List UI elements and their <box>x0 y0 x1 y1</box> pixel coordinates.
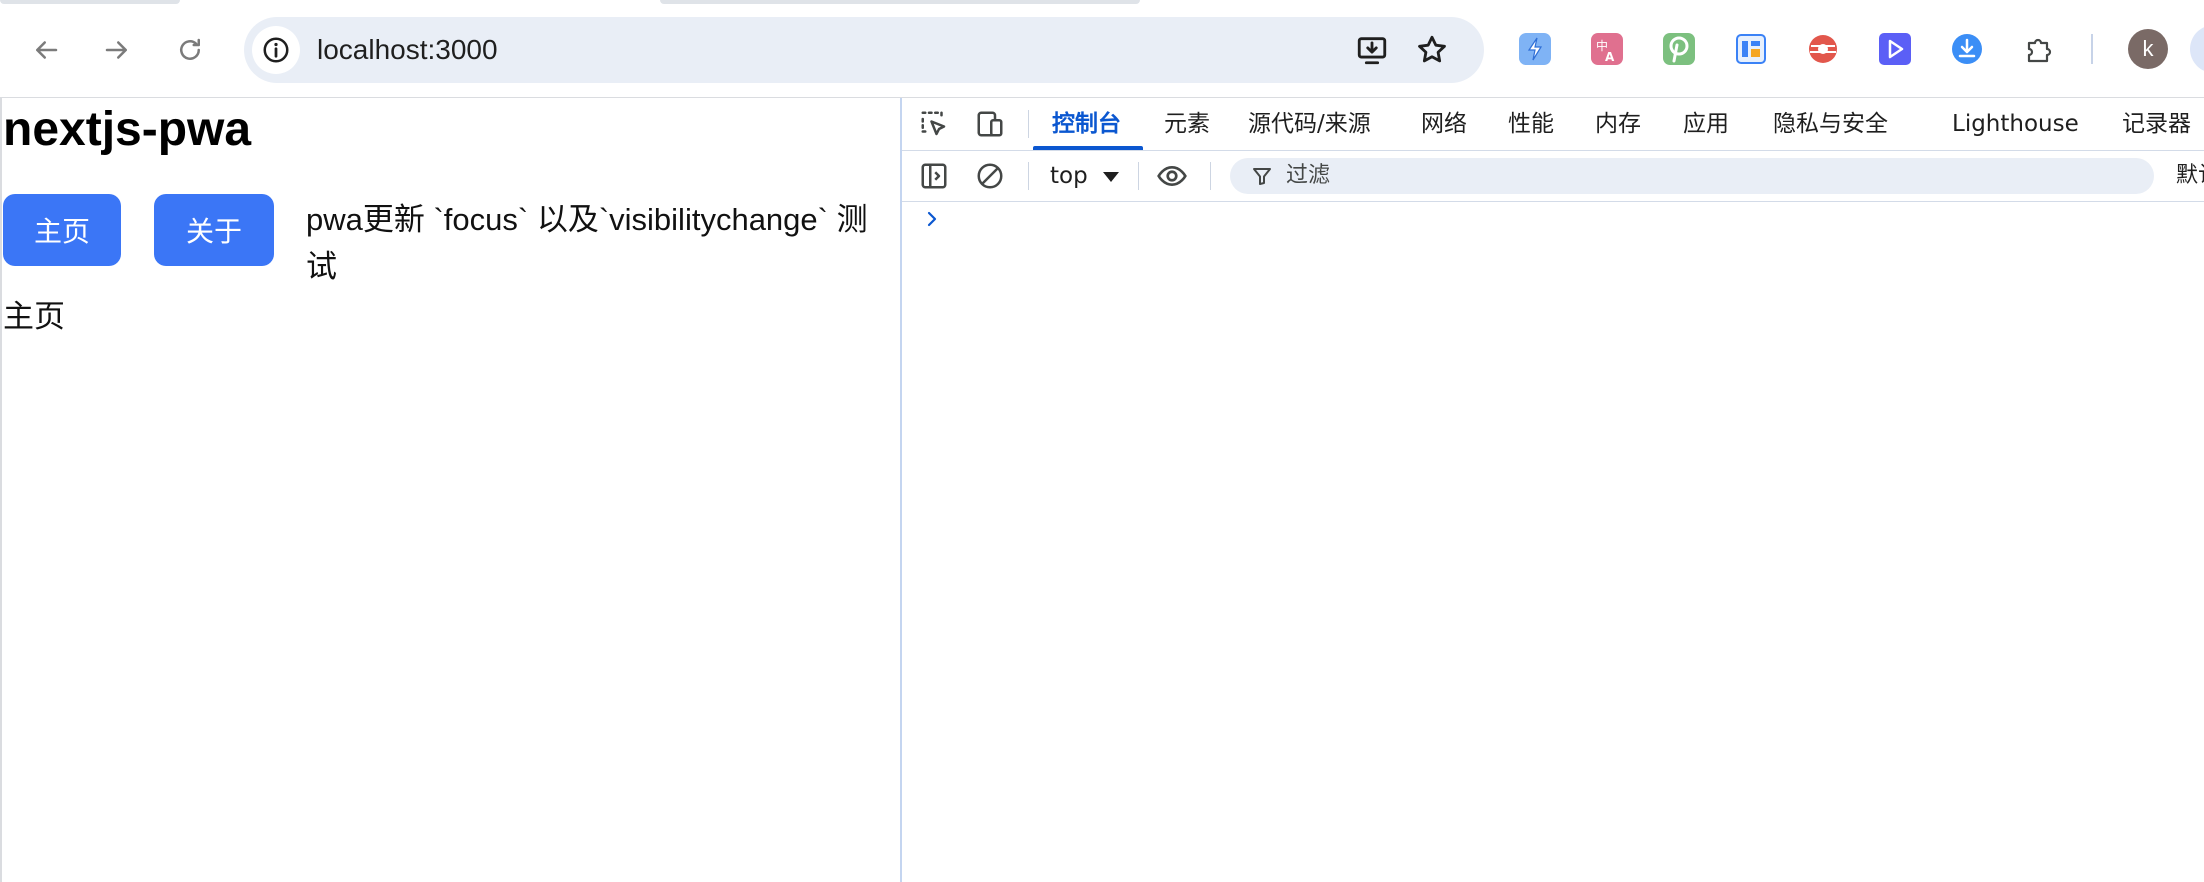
disc-extension-icon[interactable] <box>1805 31 1841 67</box>
home-button[interactable]: 主页 <box>3 194 121 266</box>
pinterest-extension-icon[interactable] <box>1661 31 1697 67</box>
inspect-element-button[interactable] <box>916 108 952 140</box>
svg-text:A: A <box>1605 50 1615 64</box>
site-info-button[interactable] <box>252 26 300 74</box>
url-text[interactable]: localhost:3000 <box>317 17 498 83</box>
sidebar-toggle-icon <box>921 163 947 189</box>
tab-performance[interactable]: 性能 <box>1508 98 1554 150</box>
chevron-down-icon <box>1103 172 1119 182</box>
install-app-button[interactable] <box>1354 32 1390 68</box>
live-expression-button[interactable] <box>1154 160 1190 192</box>
page-title: nextjs-pwa <box>3 103 252 156</box>
tab-console[interactable]: 控制台 <box>1052 98 1121 150</box>
filter-placeholder: 过滤 <box>1286 163 1331 188</box>
toolbar-separator <box>2091 34 2093 64</box>
arrow-left-icon <box>36 41 58 59</box>
tab-network[interactable]: 网络 <box>1421 98 1467 150</box>
filter-funnel-icon <box>1253 168 1271 185</box>
about-button[interactable]: 关于 <box>154 194 274 266</box>
page-content-text: 主页 <box>3 299 65 335</box>
devtools-panel: 控制台 元素 源代码/来源 网络 性能 内存 应用 隐私与安全 Lighthou… <box>900 98 2204 882</box>
arrow-right-icon <box>105 41 127 59</box>
back-button[interactable] <box>24 28 68 72</box>
page-viewport: nextjs-pwa 主页 关于 pwa更新 `focus` 以及`visibi… <box>0 98 900 882</box>
puzzle-extensions-icon[interactable] <box>2021 31 2057 67</box>
sidebar-toggle-button[interactable] <box>916 160 952 192</box>
profile-avatar[interactable]: k <box>2128 29 2168 69</box>
tab-sources[interactable]: 源代码/来源 <box>1248 98 1371 150</box>
active-tab-indicator <box>1033 146 1143 150</box>
tab-privacy-security[interactable]: 隐私与安全 <box>1773 98 1888 150</box>
tab-strip-edge <box>660 0 1140 4</box>
tab-application[interactable]: 应用 <box>1683 98 1729 150</box>
layout-extension-icon[interactable] <box>1733 31 1769 67</box>
log-levels-dropdown[interactable]: 默认级别 <box>2176 151 2204 201</box>
window-edge <box>0 98 2 882</box>
tab-strip-edge <box>0 0 180 4</box>
device-toolbar-button[interactable] <box>972 108 1008 140</box>
tab-memory[interactable]: 内存 <box>1595 98 1641 150</box>
tab-recorder[interactable]: 记录器 <box>2122 98 2191 150</box>
bolt-extension-icon[interactable] <box>1517 31 1553 67</box>
eye-icon <box>1157 165 1187 187</box>
download-extension-icon[interactable] <box>1949 31 1985 67</box>
device-mode-icon <box>977 111 1003 137</box>
console-bar-separator <box>1138 162 1139 190</box>
play-extension-icon[interactable] <box>1877 31 1913 67</box>
reload-icon <box>180 38 200 60</box>
address-bar[interactable]: localhost:3000 <box>244 17 1484 83</box>
tab-lighthouse[interactable]: Lighthouse <box>1952 98 2079 150</box>
bookmark-star-icon <box>1418 35 1446 63</box>
tab-elements[interactable]: 元素 <box>1164 98 1210 150</box>
translate-extension-icon[interactable]: 中A <box>1589 31 1625 67</box>
browser-toolbar: localhost:3000 中A k <box>0 0 2204 97</box>
site-info-icon <box>263 37 289 63</box>
execution-context-select[interactable]: top <box>1050 151 1088 201</box>
console-filter-input[interactable]: 过滤 <box>1230 158 2154 194</box>
console-bar-separator <box>1210 162 1211 190</box>
console-bar-separator <box>1028 162 1029 190</box>
page-description: pwa更新 `focus` 以及`visibilitychange` 测试 <box>306 202 868 284</box>
install-app-icon <box>1357 37 1387 65</box>
clear-circle-slash-icon <box>977 163 1003 189</box>
clear-console-button[interactable] <box>972 160 1008 192</box>
devtools-splitter[interactable] <box>900 98 902 882</box>
tab-bar-separator <box>1028 110 1029 138</box>
side-panel-button[interactable] <box>2190 25 2204 73</box>
devtools-tab-bar: 控制台 元素 源代码/来源 网络 性能 内存 应用 隐私与安全 Lighthou… <box>900 98 2204 151</box>
forward-button[interactable] <box>95 28 139 72</box>
inspect-cursor-icon <box>921 111 946 136</box>
bookmark-button[interactable] <box>1414 32 1450 68</box>
reload-button[interactable] <box>168 28 212 72</box>
console-toolbar: top 过滤 默认级别 <box>900 151 2204 202</box>
console-prompt-chevron-icon <box>927 211 937 227</box>
